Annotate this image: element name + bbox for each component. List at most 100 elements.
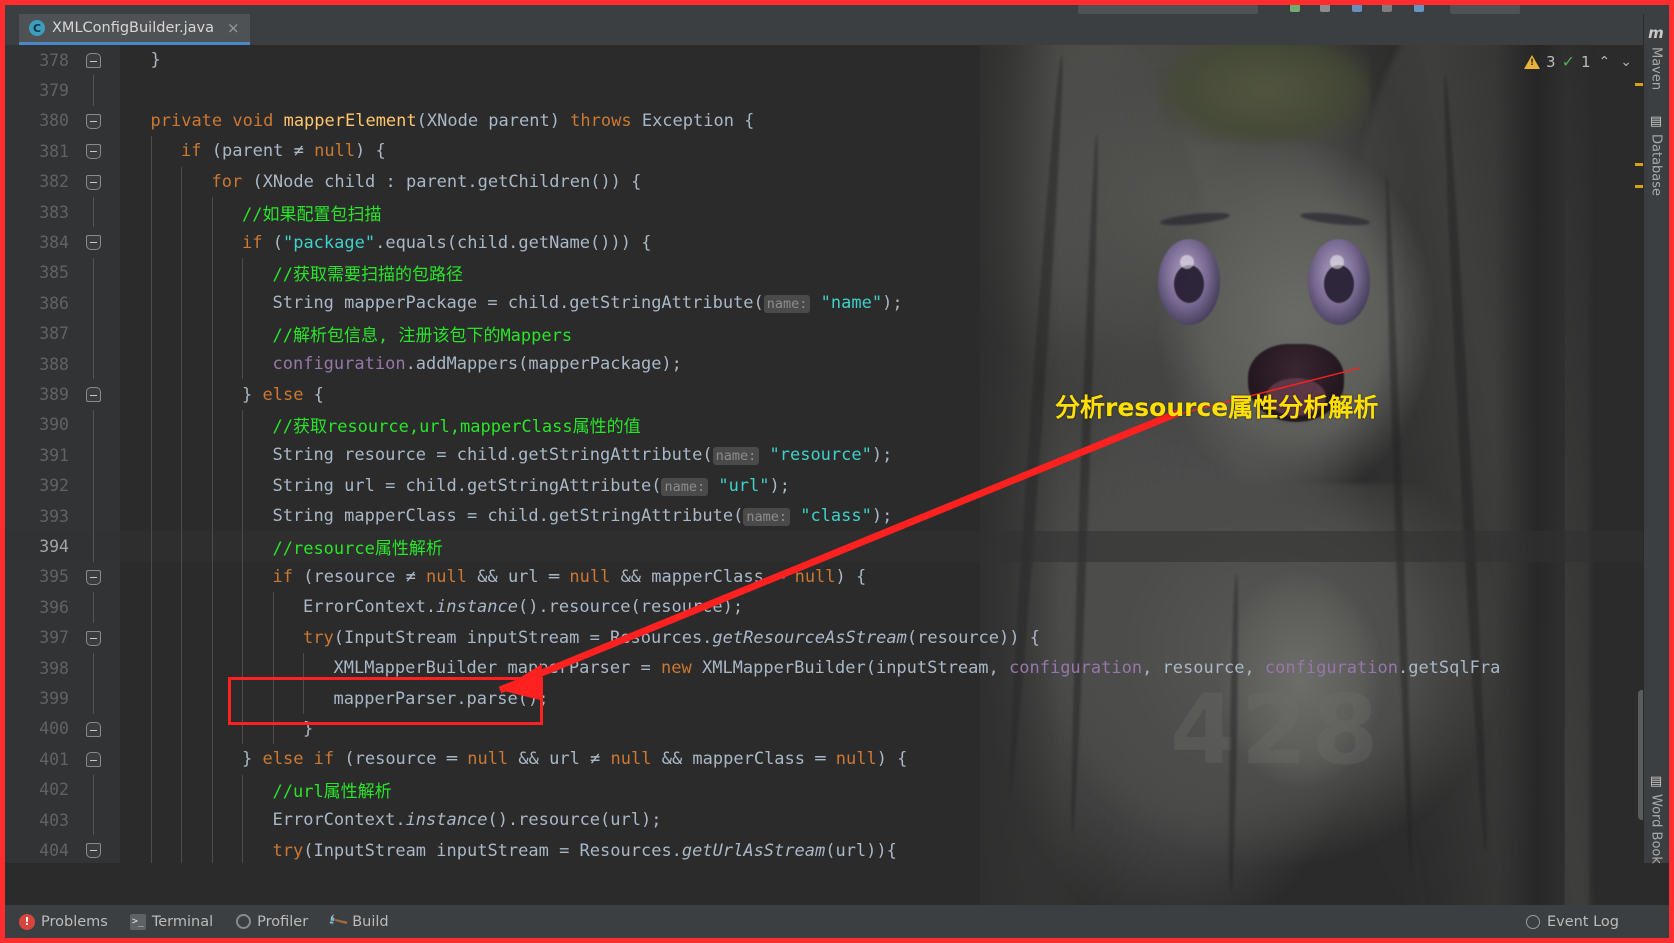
code-line[interactable]: 387 //解析包信息, 注册该包下的Mappers (5, 318, 1669, 349)
fold-expand-icon[interactable] (86, 387, 101, 403)
code-token: ); (871, 506, 893, 527)
code-token: null (426, 566, 467, 587)
code-line[interactable]: 392 String url = child.getStringAttribute… (5, 470, 1669, 501)
code-text: //如果配置包扫描 (242, 200, 381, 225)
debug-icon[interactable] (1320, 2, 1330, 12)
code-line[interactable]: 398 XMLMapperBuilder mapperParser = new X… (5, 653, 1669, 684)
fold-collapse-icon[interactable] (86, 174, 101, 190)
fold-gutter-cell[interactable] (77, 835, 120, 863)
chevron-up-icon[interactable]: ⌃ (1597, 54, 1613, 70)
search-everywhere-chip[interactable] (1078, 0, 1258, 14)
code-line[interactable]: 395 if (resource ≠ null && url ═ null && … (5, 561, 1669, 593)
fold-gutter-cell[interactable] (77, 318, 120, 349)
sidebar-item-database[interactable]: ▤ Database (1643, 114, 1669, 196)
code-line[interactable]: 378} (5, 45, 1669, 75)
code-token: if (242, 232, 273, 253)
code-token: getResourceAsStream (712, 627, 907, 648)
bottom-item-event-log[interactable]: Event Log (1525, 914, 1619, 930)
sidebar-item-word-book[interactable]: ▤ Word Book (1643, 774, 1669, 864)
code-line[interactable]: 401} else if (resource ═ null && url ≠ n… (5, 744, 1669, 775)
run-icon[interactable] (1290, 2, 1300, 12)
fold-gutter-cell[interactable] (77, 440, 120, 471)
editor-tabbar: C XMLConfigBuilder.java × (5, 14, 1669, 45)
fold-gutter-cell[interactable] (77, 592, 120, 623)
fold-gutter-cell[interactable] (77, 531, 120, 562)
bottom-item-problems[interactable]: ! Problems (19, 913, 108, 930)
fold-expand-icon[interactable] (86, 752, 101, 768)
chevron-down-icon[interactable]: ⌄ (1618, 54, 1634, 70)
code-line[interactable]: 379 (5, 75, 1669, 106)
inspection-widget[interactable]: 3 ✓ 1 ⌃ ⌄ (1524, 52, 1634, 71)
fold-gutter-cell[interactable] (77, 136, 120, 166)
tab-xmlconfigbuilder-java[interactable]: C XMLConfigBuilder.java × (19, 14, 250, 45)
code-line[interactable]: 400} (5, 713, 1669, 745)
fold-collapse-icon[interactable] (86, 843, 101, 859)
fold-gutter-cell[interactable] (77, 106, 120, 136)
fold-region-line (93, 531, 94, 562)
fold-gutter-cell[interactable] (77, 501, 120, 532)
fold-gutter-cell[interactable] (77, 623, 120, 653)
close-icon[interactable]: × (227, 19, 240, 37)
code-line[interactable]: 390 //获取resource,url,mapperClass属性的值 (5, 409, 1669, 441)
fold-expand-icon[interactable] (86, 721, 101, 737)
code-editor[interactable]: 378} 379 380 private void mapperElement(XNo… (5, 45, 1669, 863)
fold-collapse-icon[interactable] (86, 235, 101, 251)
code-line[interactable]: 397 try(InputStream inputStream = Resourc… (5, 622, 1669, 653)
fold-gutter-cell[interactable] (77, 288, 120, 319)
code-line[interactable]: 393 String mapperClass = child.getStringA… (5, 501, 1669, 532)
fold-gutter-cell[interactable] (77, 805, 120, 836)
fold-gutter-cell[interactable] (77, 75, 120, 106)
bottom-item-profiler[interactable]: Profiler (235, 914, 308, 930)
fold-gutter-cell[interactable] (77, 774, 120, 805)
fold-gutter-cell[interactable] (77, 409, 120, 441)
word-book-icon: ▤ (1649, 774, 1663, 789)
search-icon[interactable] (1414, 2, 1424, 12)
code-line[interactable]: 394 //resource属性解析 (5, 531, 1669, 562)
fold-collapse-icon[interactable] (86, 569, 101, 585)
fold-gutter-cell[interactable] (77, 562, 120, 592)
code-line[interactable]: 396 ErrorContext.instance().resource(reso… (5, 592, 1669, 623)
code-text: String url = child.getStringAttribute(na… (273, 476, 790, 496)
bottom-item-build[interactable]: 🔨 Build (326, 910, 388, 933)
code-token: else (262, 384, 304, 405)
code-line[interactable]: 383 //如果配置包扫描 (5, 197, 1669, 228)
code-token: ; (732, 597, 744, 618)
fold-gutter-cell[interactable] (77, 470, 120, 501)
code-line[interactable]: 385 //获取需要扫描的包路径 (5, 257, 1669, 289)
fold-collapse-icon[interactable] (86, 630, 101, 646)
fold-gutter-cell[interactable] (77, 349, 120, 380)
code-line[interactable]: 391 String resource = child.getStringAttr… (5, 440, 1669, 471)
fold-gutter-cell[interactable] (77, 257, 120, 289)
vcs-chip[interactable] (1450, 0, 1520, 14)
fold-gutter-cell[interactable] (77, 683, 120, 714)
code-line[interactable]: 389} else { (5, 379, 1669, 410)
code-token: , resource, (1142, 658, 1265, 679)
stop-icon[interactable] (1382, 2, 1392, 12)
fold-gutter-cell[interactable] (77, 197, 120, 228)
fold-collapse-icon[interactable] (86, 144, 101, 160)
fold-collapse-icon[interactable] (86, 113, 101, 129)
fold-gutter-cell[interactable] (77, 714, 120, 744)
fold-gutter-cell[interactable] (77, 653, 120, 684)
code-line[interactable]: 386 String mapperPackage = child.getStrin… (5, 288, 1669, 319)
fold-gutter-cell[interactable] (77, 379, 120, 409)
bottom-item-terminal[interactable]: >_ Terminal (129, 913, 213, 930)
fold-gutter-cell[interactable] (77, 45, 120, 75)
code-line[interactable]: 382 for (XNode child : parent.getChildren… (5, 166, 1669, 197)
code-line[interactable]: 380 private void mapperElement(XNode pare… (5, 106, 1669, 136)
code-line[interactable]: 388 configuration.addMappers(mapperPackag… (5, 349, 1669, 380)
sidebar-item-maven[interactable]: m Maven (1643, 24, 1669, 90)
line-number: 379 (39, 81, 69, 101)
code-line[interactable]: 381 if (parent ≠ null) { (5, 136, 1669, 167)
code-line[interactable]: 384 if ("package".equals(child.getName())… (5, 227, 1669, 258)
fold-gutter-cell[interactable] (77, 744, 120, 774)
build-icon[interactable] (1352, 2, 1362, 12)
fold-gutter-cell[interactable] (77, 227, 120, 257)
code-line[interactable]: 403 ErrorContext.instance().resource(url)… (5, 805, 1669, 836)
fold-gutter-cell[interactable] (77, 167, 120, 197)
code-line[interactable]: 404 try(InputStream inputStream = Resourc… (5, 835, 1669, 863)
code-line[interactable]: 402 //url属性解析 (5, 774, 1669, 805)
code-line[interactable]: 399 mapperParser.parse(); (5, 683, 1669, 714)
fold-region-line (93, 349, 94, 380)
fold-expand-icon[interactable] (86, 53, 101, 68)
